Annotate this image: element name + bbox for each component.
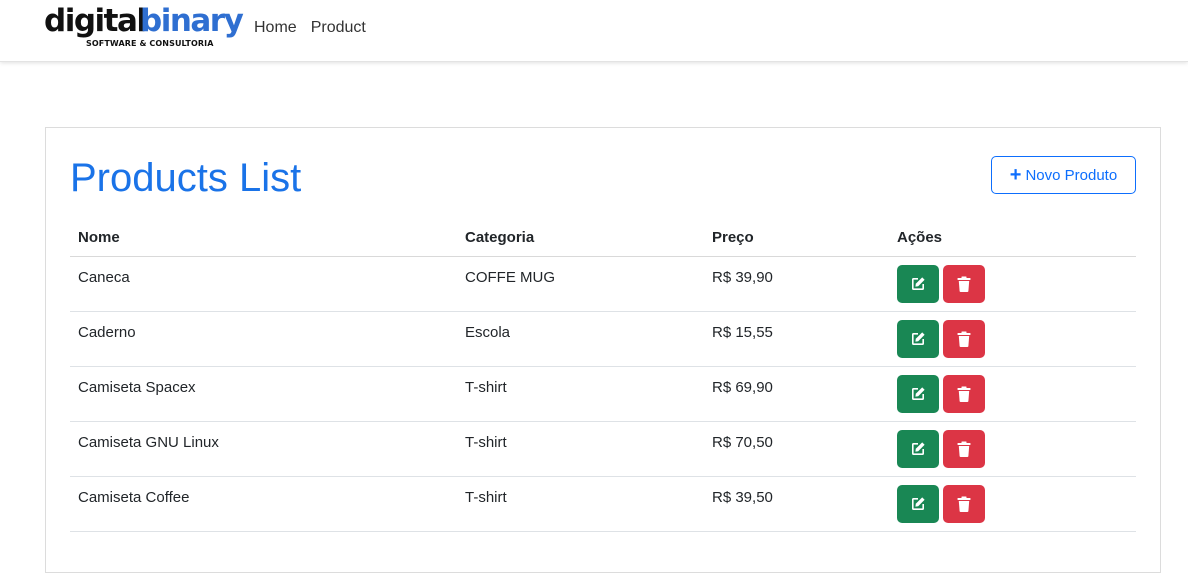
trash-icon bbox=[957, 441, 971, 457]
cell-nome: Camiseta GNU Linux bbox=[70, 421, 457, 477]
edit-button[interactable] bbox=[897, 319, 939, 358]
plus-icon: + bbox=[1009, 164, 1022, 186]
brand-tagline: SOFTWARE & CONSULTORIA bbox=[86, 39, 214, 48]
edit-button[interactable] bbox=[897, 484, 939, 523]
nav-link-product[interactable]: Product bbox=[311, 18, 366, 38]
edit-icon bbox=[912, 441, 925, 455]
cell-acoes bbox=[889, 366, 1136, 422]
table-row: Camiseta Coffee T-shirt R$ 39,50 bbox=[70, 476, 1136, 532]
edit-button[interactable] bbox=[897, 374, 939, 413]
new-product-button[interactable]: + Novo Produto bbox=[991, 156, 1136, 194]
column-header-acoes: Ações bbox=[889, 220, 1136, 257]
column-header-nome: Nome bbox=[70, 220, 457, 257]
cell-categoria: T-shirt bbox=[457, 366, 704, 422]
table-row: Caderno Escola R$ 15,55 bbox=[70, 311, 1136, 367]
edit-icon bbox=[912, 496, 925, 510]
cell-acoes bbox=[889, 421, 1136, 477]
brand-name-part2: binary bbox=[140, 3, 244, 39]
cell-preco: R$ 70,50 bbox=[704, 421, 889, 477]
cell-categoria: Escola bbox=[457, 311, 704, 367]
cell-categoria: T-shirt bbox=[457, 476, 704, 532]
nav-links: Home Product bbox=[254, 18, 366, 38]
delete-button[interactable] bbox=[943, 429, 985, 468]
cell-categoria: T-shirt bbox=[457, 421, 704, 477]
table-header-row: Nome Categoria Preço Ações bbox=[70, 220, 1136, 257]
cell-categoria: COFFE MUG bbox=[457, 256, 704, 312]
table-row: Camiseta GNU Linux T-shirt R$ 70,50 bbox=[70, 421, 1136, 477]
cell-acoes bbox=[889, 476, 1136, 532]
trash-icon bbox=[957, 496, 971, 512]
table-row: Caneca COFFE MUG R$ 39,90 bbox=[70, 256, 1136, 312]
new-product-label: Novo Produto bbox=[1025, 166, 1118, 184]
trash-icon bbox=[957, 331, 971, 347]
trash-icon bbox=[957, 276, 971, 292]
products-table-body: Caneca COFFE MUG R$ 39,90 Caderno Escola… bbox=[70, 256, 1136, 532]
cell-nome: Caneca bbox=[70, 256, 457, 312]
products-table: Nome Categoria Preço Ações Caneca COFFE … bbox=[70, 220, 1136, 532]
delete-button[interactable] bbox=[943, 374, 985, 413]
cell-acoes bbox=[889, 311, 1136, 367]
trash-icon bbox=[957, 386, 971, 402]
page-title: Products List bbox=[70, 156, 302, 200]
cell-preco: R$ 39,50 bbox=[704, 476, 889, 532]
cell-nome: Camiseta Spacex bbox=[70, 366, 457, 422]
cell-preco: R$ 69,90 bbox=[704, 366, 889, 422]
edit-icon bbox=[912, 276, 925, 290]
delete-button[interactable] bbox=[943, 264, 985, 303]
delete-button[interactable] bbox=[943, 319, 985, 358]
brand-logo[interactable]: digital binary SOFTWARE & CONSULTORIA bbox=[44, 2, 244, 52]
cell-preco: R$ 15,55 bbox=[704, 311, 889, 367]
edit-button[interactable] bbox=[897, 264, 939, 303]
nav-link-home[interactable]: Home bbox=[254, 18, 297, 38]
column-header-categoria: Categoria bbox=[457, 220, 704, 257]
column-header-preco: Preço bbox=[704, 220, 889, 257]
edit-button[interactable] bbox=[897, 429, 939, 468]
table-row: Camiseta Spacex T-shirt R$ 69,90 bbox=[70, 366, 1136, 422]
edit-icon bbox=[912, 386, 925, 400]
navbar: digital binary SOFTWARE & CONSULTORIA Ho… bbox=[0, 0, 1188, 62]
products-card: Products List + Novo Produto Nome Catego… bbox=[45, 127, 1161, 573]
delete-button[interactable] bbox=[943, 484, 985, 523]
cell-nome: Camiseta Coffee bbox=[70, 476, 457, 532]
edit-icon bbox=[912, 331, 925, 345]
cell-preco: R$ 39,90 bbox=[704, 256, 889, 312]
cell-nome: Caderno bbox=[70, 311, 457, 367]
cell-acoes bbox=[889, 256, 1136, 312]
brand-name-part1: digital bbox=[44, 3, 147, 39]
